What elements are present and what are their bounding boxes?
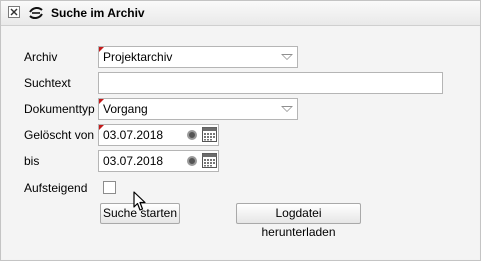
aufsteigend-label: Aufsteigend <box>24 181 88 195</box>
window-title: Suche im Archiv <box>51 6 145 20</box>
aufsteigend-checkbox[interactable] <box>103 181 116 194</box>
geloescht-von-date-field[interactable]: 03.07.2018 <box>98 124 219 146</box>
suchtext-input[interactable] <box>98 72 443 94</box>
close-icon <box>10 8 18 16</box>
title-bar: Suche im Archiv <box>1 1 480 26</box>
chevron-down-icon[interactable] <box>281 54 293 60</box>
required-marker <box>99 99 104 104</box>
required-marker <box>99 125 104 130</box>
date-buttons <box>185 151 218 171</box>
geloescht-von-label: Gelöscht von <box>24 128 95 142</box>
calendar-icon[interactable] <box>202 127 217 142</box>
download-log-button[interactable]: Logdatei herunterladen <box>236 203 361 239</box>
search-form: Archiv Projektarchiv Suchtext Dokumentty… <box>2 26 479 259</box>
dokumenttyp-value: Vorgang <box>103 102 148 116</box>
geloescht-von-value: 03.07.2018 <box>103 128 164 142</box>
bis-value: 03.07.2018 <box>103 154 164 168</box>
calendar-icon[interactable] <box>202 153 217 168</box>
radio-dot-icon[interactable] <box>187 156 197 166</box>
bis-date-field[interactable]: 03.07.2018 <box>98 150 219 172</box>
close-button[interactable] <box>8 6 20 18</box>
dokumenttyp-select[interactable]: Vorgang <box>98 98 298 120</box>
chevron-down-icon[interactable] <box>281 106 293 112</box>
archiv-label: Archiv <box>24 50 58 64</box>
suchtext-label: Suchtext <box>24 76 71 90</box>
archive-search-window: Suche im Archiv Archiv Projektarchiv Suc… <box>0 0 481 261</box>
dokumenttyp-label: Dokumenttyp <box>24 102 95 116</box>
mouse-cursor-icon <box>133 191 146 211</box>
radio-dot-icon[interactable] <box>187 130 197 140</box>
app-logo-icon <box>29 6 43 20</box>
date-buttons <box>185 125 218 145</box>
archiv-select[interactable]: Projektarchiv <box>98 46 298 68</box>
archiv-value: Projektarchiv <box>103 50 173 64</box>
bis-label: bis <box>24 154 40 168</box>
required-marker <box>99 47 104 52</box>
